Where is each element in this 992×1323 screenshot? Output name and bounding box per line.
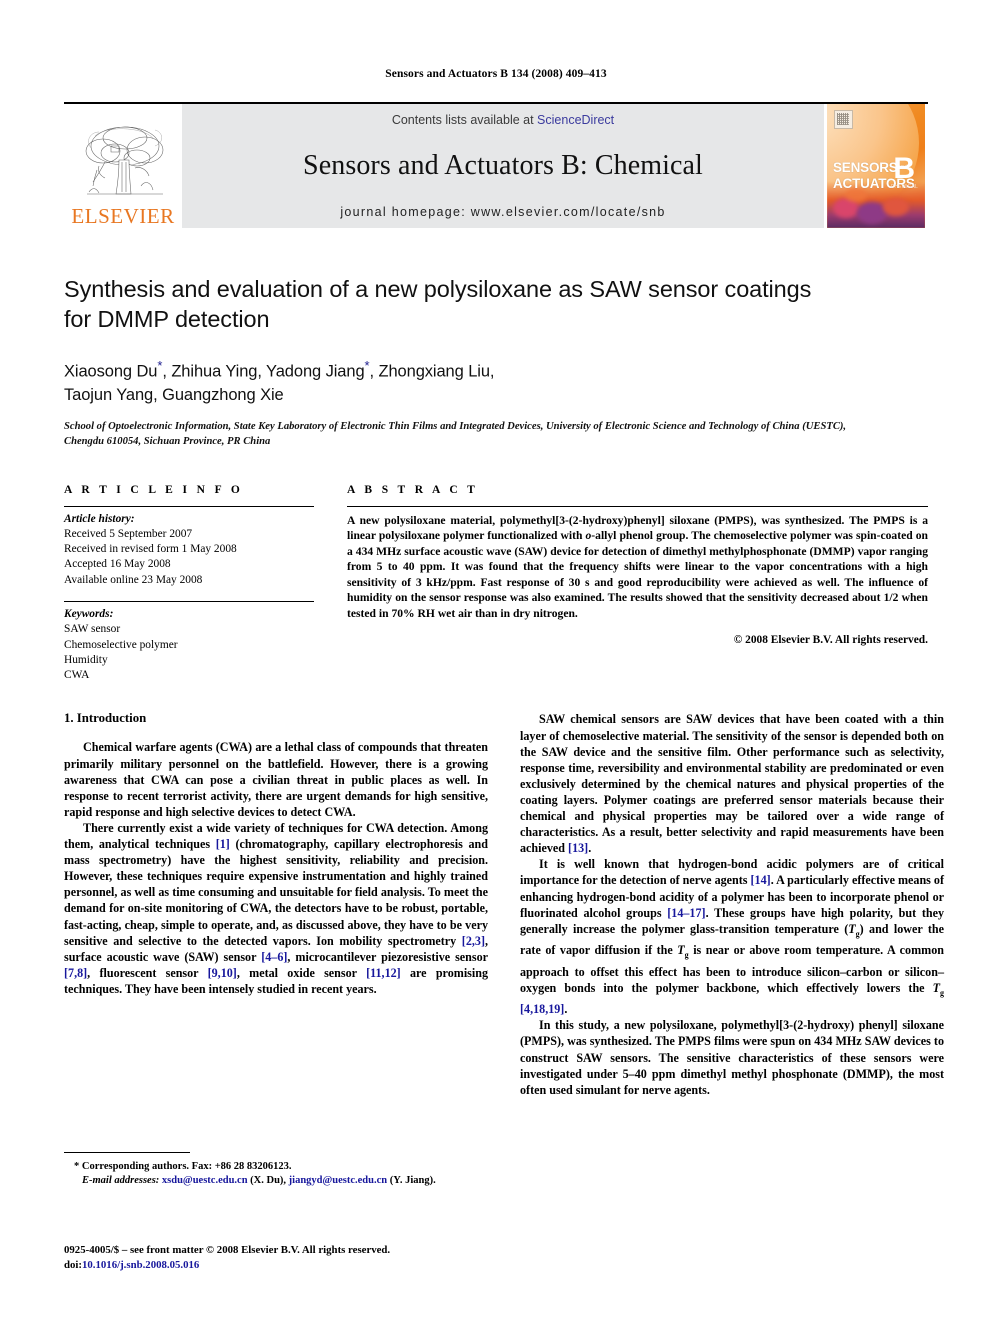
article-history-label: Article history: <box>64 512 135 525</box>
history-item: Available online 23 May 2008 <box>64 573 203 586</box>
paragraph: Chemical warfare agents (CWA) are a leth… <box>64 740 488 819</box>
citation-ref[interactable]: [4–6] <box>261 950 287 964</box>
cover-letter-b: B <box>893 152 915 185</box>
section-heading-introduction: 1. Introduction <box>64 711 147 726</box>
history-item: Accepted 16 May 2008 <box>64 558 171 571</box>
email-note: E-mail addresses: xsdu@uestc.edu.cn (X. … <box>64 1174 488 1188</box>
journal-masthead: ELSEVIER Contents lists available at Sci… <box>64 102 928 228</box>
symbol-tg: T <box>677 943 685 958</box>
email-link-2[interactable]: jiangyd@uestc.edu.cn <box>289 1175 387 1186</box>
journal-article-page: Sensors and Actuators B 134 (2008) 409–4… <box>0 0 992 1323</box>
email-label: E-mail addresses: <box>82 1175 160 1187</box>
contents-prefix: Contents lists available at <box>391 113 538 127</box>
cover-subtitle: CHEMICAL <box>890 184 918 190</box>
symbol-tg: T <box>932 980 940 995</box>
sciencedirect-link[interactable]: ScienceDirect <box>537 113 614 127</box>
page-title: Synthesis and evaluation of a new polysi… <box>64 276 812 332</box>
text-run: . <box>588 841 592 856</box>
text-run: (chromatography, capillary electrophores… <box>64 837 488 948</box>
keyword-item: Humidity <box>64 653 108 666</box>
citation-ref[interactable]: [11,12] <box>366 966 401 980</box>
citation-ref[interactable]: [1] <box>216 837 230 851</box>
journal-title: Sensors and Actuators B: Chemical <box>303 150 703 181</box>
paragraph: There currently exist a wide variety of … <box>64 820 488 997</box>
front-matter-block: 0925-4005/$ – see front matter © 2008 El… <box>64 1243 564 1272</box>
text-run: . <box>564 1002 568 1017</box>
title-block: Synthesis and evaluation of a new polysi… <box>64 274 928 450</box>
text-run: , metal oxide sensor <box>236 965 367 980</box>
abstract-column: A B S T R A C T A new polysiloxane mater… <box>332 484 928 684</box>
running-head: Sensors and Actuators B 134 (2008) 409–4… <box>385 68 607 80</box>
body-right-column: SAW chemical sensors are SAW devices tha… <box>520 711 944 1097</box>
abstract-heading: A B S T R A C T <box>347 483 479 496</box>
journal-cover-thumbnail: SENSORSand ACTUATORS B CHEMICAL <box>824 104 928 228</box>
citation-ref[interactable]: [14] <box>751 873 771 887</box>
copyright-line: © 2008 Elsevier B.V. All rights reserved… <box>733 633 928 646</box>
affiliation: School of Optoelectronic Information, St… <box>64 420 847 448</box>
text-run: , fluorescent sensor <box>87 965 208 980</box>
doi-label: doi: <box>64 1258 82 1271</box>
keywords-group: Keywords: SAW sensor Chemoselective poly… <box>64 602 314 683</box>
citation-ref[interactable]: [7,8] <box>64 966 87 980</box>
doi-link[interactable]: 10.1016/j.snb.2008.05.016 <box>82 1259 199 1271</box>
symbol-tg-subscript: g <box>940 988 944 998</box>
paragraph: In this study, a new polysiloxane, polym… <box>520 1018 944 1097</box>
article-history-group: Article history: Received 5 September 20… <box>64 507 314 588</box>
history-item: Received 5 September 2007 <box>64 527 193 540</box>
footnote-divider <box>64 1152 190 1153</box>
paragraph: SAW chemical sensors are SAW devices tha… <box>520 711 944 856</box>
cover-elsevier-mini-icon <box>834 110 853 129</box>
paragraph: It is well known that hydrogen-bond acid… <box>520 856 944 1017</box>
history-item: Received in revised form 1 May 2008 <box>64 543 237 556</box>
keyword-item: SAW sensor <box>64 623 121 636</box>
body-columns: 1. Introduction Chemical warfare agents … <box>64 711 944 1097</box>
elsevier-logo: ELSEVIER <box>64 104 182 228</box>
corresponding-author-note: * Corresponding authors. Fax: +86 28 832… <box>74 1161 292 1172</box>
article-info-heading: A R T I C L E I N F O <box>64 483 244 496</box>
text-run: SAW chemical sensors are SAW devices tha… <box>520 712 944 856</box>
keywords-label: Keywords: <box>64 607 114 620</box>
journal-banner: Contents lists available at ScienceDirec… <box>182 104 824 228</box>
cover-line1: SENSORS <box>833 160 898 175</box>
cover-artwork: SENSORSand ACTUATORS B CHEMICAL <box>827 104 925 228</box>
email-owner-2: (Y. Jiang). <box>387 1175 436 1187</box>
citation-ref[interactable]: [13] <box>568 841 588 855</box>
article-info-column: A R T I C L E I N F O Article history: R… <box>64 484 332 684</box>
issn-line: 0925-4005/$ – see front matter © 2008 El… <box>64 1244 391 1256</box>
elsevier-wordmark: ELSEVIER <box>71 204 175 228</box>
authors-mid: , Zhihua Ying, Yadong Jiang <box>162 362 365 381</box>
abstract-text: A new polysiloxane material, polymethyl[… <box>347 507 928 622</box>
author-du: Xiaosong Du <box>64 362 158 381</box>
info-abstract-row: A R T I C L E I N F O Article history: R… <box>64 484 928 684</box>
doi-line: doi:10.1016/j.snb.2008.05.016 <box>64 1258 564 1273</box>
citation-ref[interactable]: [2,3] <box>462 934 485 948</box>
author-list: Xiaosong Du*, Zhihua Ying, Yadong Jiang*… <box>64 354 928 407</box>
keyword-item: CWA <box>64 669 90 682</box>
footnote-area: * Corresponding authors. Fax: +86 28 832… <box>64 1152 488 1189</box>
citation-ref[interactable]: [14–17] <box>667 906 705 920</box>
email-link-1[interactable]: xsdu@uestc.edu.cn <box>162 1175 248 1186</box>
text-run: , microcantilever piezoresistive sensor <box>287 949 488 964</box>
abstract-part-2: -allyl phenol group. The chemoselective … <box>347 529 928 621</box>
citation-ref[interactable]: [9,10] <box>208 966 237 980</box>
symbol-tg: T <box>848 921 856 936</box>
contents-available-line: Contents lists available at ScienceDirec… <box>392 113 614 127</box>
citation-ref[interactable]: [4,18,19] <box>520 1002 564 1016</box>
body-left-column: 1. Introduction Chemical warfare agents … <box>64 711 488 1097</box>
authors-end: , Zhongxiang Liu, <box>369 362 495 381</box>
journal-homepage-line[interactable]: journal homepage: www.elsevier.com/locat… <box>340 205 665 219</box>
keyword-item: Chemoselective polymer <box>64 638 178 651</box>
elsevier-tree-icon <box>85 126 164 195</box>
email-owner-1: (X. Du), <box>247 1175 287 1187</box>
authors-line2: Taojun Yang, Guangzhong Xie <box>64 385 284 404</box>
